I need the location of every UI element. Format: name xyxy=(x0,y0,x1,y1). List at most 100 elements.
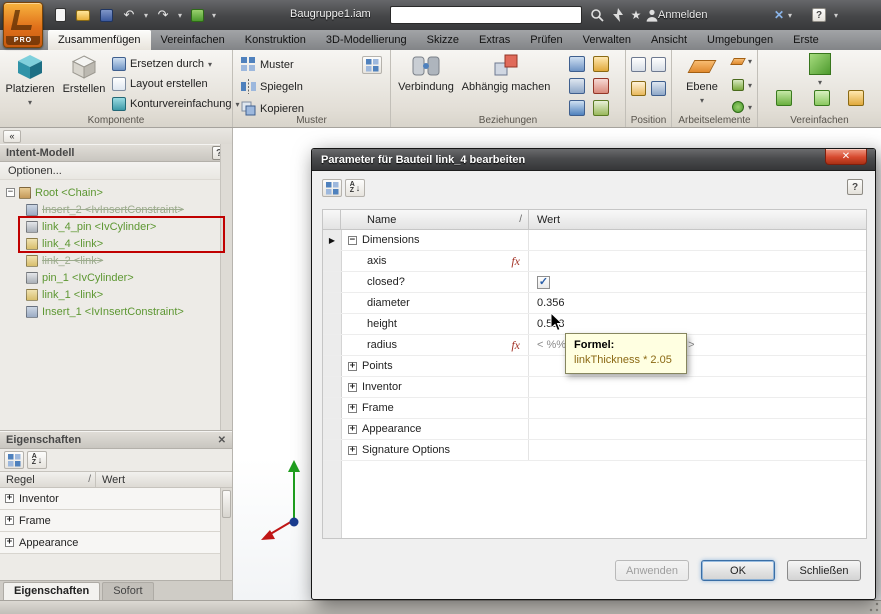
category-view-button[interactable] xyxy=(4,451,24,469)
height-value-cell[interactable]: 0.513 xyxy=(529,314,866,334)
tab-vereinfachen[interactable]: Vereinfachen xyxy=(151,30,235,50)
schliessen-button[interactable]: Schließen xyxy=(787,560,861,581)
redo-dropdown-icon[interactable]: ▾ xyxy=(178,11,182,20)
col-regel[interactable]: Regel / xyxy=(0,472,96,487)
param-row-closed[interactable]: closed? ✓ xyxy=(323,272,866,293)
ersetzen-dropdown-icon[interactable]: ▾ xyxy=(208,60,212,69)
expand-icon[interactable]: + xyxy=(5,494,14,503)
help-icon[interactable]: ? xyxy=(812,6,826,24)
beziehung-tool-2-icon[interactable] xyxy=(593,56,609,72)
qat-customize-icon[interactable]: ▾ xyxy=(212,11,216,20)
search-icon[interactable] xyxy=(588,6,606,24)
autodesk360-dropdown-icon[interactable]: ▾ xyxy=(788,11,792,20)
tab-verwalten[interactable]: Verwalten xyxy=(573,30,641,50)
param-row-diameter[interactable]: diameter 0.356 xyxy=(323,293,866,314)
intent-panel-header[interactable]: Intent-Modell ? xyxy=(0,144,232,162)
param-group-frame[interactable]: + Frame xyxy=(323,398,866,419)
vereinfachen-cube-button[interactable]: ▾ xyxy=(798,53,842,89)
vereinfachen-dropdown-icon[interactable]: ▾ xyxy=(818,77,822,89)
position-tool-1-icon[interactable] xyxy=(631,57,646,72)
prop-row-appearance[interactable]: + Appearance xyxy=(0,532,232,554)
closed-checkbox[interactable]: ✓ xyxy=(537,275,550,289)
punkt-button[interactable]: ▾ xyxy=(732,101,752,113)
konturvereinfachung-button[interactable]: Konturvereinfachung ▾ xyxy=(112,97,240,111)
position-tool-4-icon[interactable] xyxy=(651,81,666,96)
intent-options-link[interactable]: Optionen... xyxy=(0,162,232,180)
scroll-thumb[interactable] xyxy=(222,490,231,518)
group-label-komponente[interactable]: Komponente xyxy=(0,115,232,126)
achse-button[interactable]: ▾ xyxy=(730,57,752,66)
dialog-title-bar[interactable]: Parameter für Bauteil link_4 bearbeiten xyxy=(312,149,875,171)
ebene-button[interactable]: Ebene ▾ xyxy=(676,53,728,107)
signin-link[interactable]: Anmelden xyxy=(658,9,708,21)
diameter-value-cell[interactable]: 0.356 xyxy=(529,293,866,313)
ersetzen-durch-button[interactable]: Ersetzen durch ▾ xyxy=(112,57,212,71)
axis-value-cell[interactable] xyxy=(529,251,866,271)
sort-az-button[interactable]: A Z ↓ xyxy=(27,451,47,469)
properties-scrollbar[interactable] xyxy=(220,488,232,580)
tree-item-link2[interactable]: link_2 <link> xyxy=(26,252,103,269)
group-label-muster[interactable]: Muster xyxy=(233,115,390,126)
beziehung-tool-5-icon[interactable] xyxy=(569,100,585,116)
open-file-icon[interactable] xyxy=(75,6,91,24)
anwenden-button[interactable]: Anwenden xyxy=(615,560,689,581)
tab-sofort[interactable]: Sofort xyxy=(102,582,154,600)
dialog-help-icon[interactable]: ? xyxy=(847,179,863,195)
vereinfachen-tool-2-icon[interactable] xyxy=(814,90,830,106)
platzieren-button[interactable]: Platzieren ▾ xyxy=(4,53,56,109)
tree-item-insert1[interactable]: Insert_1 <IvInsertConstraint> xyxy=(26,303,184,320)
tab-pruefen[interactable]: Prüfen xyxy=(520,30,572,50)
save-icon[interactable] xyxy=(98,6,114,24)
undo-dropdown-icon[interactable]: ▾ xyxy=(144,11,148,20)
undo-icon[interactable]: ↶ xyxy=(121,6,137,24)
tab-erste-schritte[interactable]: Erste xyxy=(783,30,829,50)
column-name[interactable]: Name / xyxy=(341,210,529,229)
tab-ansicht[interactable]: Ansicht xyxy=(641,30,697,50)
beziehung-tool-3-icon[interactable] xyxy=(569,78,585,94)
muster-extra-button[interactable] xyxy=(362,56,382,74)
group-label-vereinfachen[interactable]: Vereinfachen xyxy=(758,115,881,126)
resize-grip[interactable] xyxy=(869,602,879,612)
dialog-close-button[interactable]: ✕ xyxy=(825,149,867,165)
help-dropdown-icon[interactable]: ▾ xyxy=(834,11,838,20)
position-tool-2-icon[interactable] xyxy=(651,57,666,72)
position-tool-3-icon[interactable] xyxy=(631,81,646,96)
prop-row-inventor[interactable]: + Inventor xyxy=(0,488,232,510)
platzieren-dropdown-icon[interactable]: ▾ xyxy=(28,97,32,109)
new-file-icon[interactable] xyxy=(52,6,68,24)
exchange-apps-icon[interactable] xyxy=(610,6,626,24)
properties-panel-header[interactable]: Eigenschaften ✕ xyxy=(0,431,232,449)
tree-item-root[interactable]: − Root <Chain> xyxy=(6,184,103,201)
layout-erstellen-button[interactable]: Layout erstellen xyxy=(112,77,208,91)
tab-konstruktion[interactable]: Konstruktion xyxy=(235,30,316,50)
erstellen-button[interactable]: Erstellen xyxy=(60,53,108,95)
column-wert[interactable]: Wert xyxy=(529,210,866,229)
param-group-inventor[interactable]: + Inventor xyxy=(323,377,866,398)
expand-group-icon[interactable]: + xyxy=(348,445,357,455)
parameter-dialog[interactable]: Parameter für Bauteil link_4 bearbeiten … xyxy=(311,148,876,600)
beziehung-tool-6-icon[interactable] xyxy=(593,100,609,116)
group-label-arbeitselemente[interactable]: Arbeitselemente xyxy=(672,115,757,126)
autodesk360-icon[interactable]: ✕ xyxy=(770,6,788,24)
collapse-node-icon[interactable]: − xyxy=(6,188,15,197)
param-row-dimensions[interactable]: ▶ − Dimensions xyxy=(323,230,866,251)
expand-group-icon[interactable]: + xyxy=(348,403,357,413)
ebene-dropdown-icon[interactable]: ▾ xyxy=(700,95,704,107)
beziehung-tool-4-icon[interactable] xyxy=(593,78,609,94)
tab-3d-modellierung[interactable]: 3D-Modellierung xyxy=(316,30,417,50)
tree-item-link1[interactable]: link_1 <link> xyxy=(26,286,103,303)
muster-button[interactable]: Muster xyxy=(241,57,294,72)
intent-scrollbar[interactable] xyxy=(220,144,232,430)
param-row-height[interactable]: height 0.513 xyxy=(323,314,866,335)
group-label-beziehungen[interactable]: Beziehungen xyxy=(391,115,625,126)
dialog-category-view-button[interactable] xyxy=(322,179,342,197)
close-panel-icon[interactable]: ✕ xyxy=(218,435,226,446)
vereinfachen-tool-3-icon[interactable] xyxy=(848,90,864,106)
application-button[interactable]: PRO xyxy=(3,2,43,48)
beziehung-tool-1-icon[interactable] xyxy=(569,56,585,72)
update-icon[interactable] xyxy=(189,6,205,24)
expand-group-icon[interactable]: + xyxy=(348,361,357,371)
search-input[interactable] xyxy=(390,6,582,24)
collapse-panel-icon[interactable]: « xyxy=(3,129,21,143)
expand-group-icon[interactable]: + xyxy=(348,424,357,434)
